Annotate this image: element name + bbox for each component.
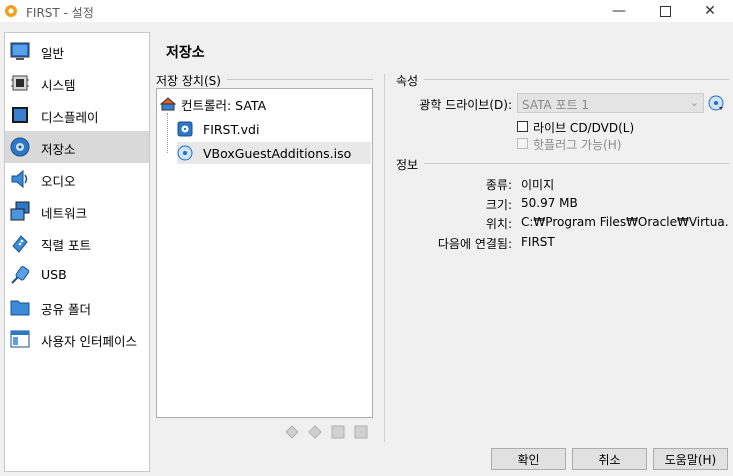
remove-attachment-icon[interactable] bbox=[353, 424, 369, 440]
sidebar-item-label: 사용자 인터페이스 bbox=[41, 334, 137, 349]
choose-disk-icon[interactable] bbox=[708, 95, 724, 111]
info-header-divider bbox=[396, 163, 729, 164]
virtualbox-gear-icon bbox=[5, 5, 17, 17]
window-title: FIRST - 설정 bbox=[26, 6, 94, 20]
sidebar-item-system[interactable]: 시스템 bbox=[5, 67, 149, 99]
help-button[interactable]: 도움말(H) bbox=[653, 448, 728, 470]
optical-drive-select[interactable]: SATA 포트 1 ⌄ bbox=[517, 93, 704, 113]
maximize-icon bbox=[659, 5, 671, 17]
tree-item-attachment[interactable]: FIRST.vdi bbox=[177, 118, 259, 140]
close-button[interactable]: ✕ bbox=[687, 0, 733, 22]
hotplug-label: 핫플러그 가능(H) bbox=[533, 138, 622, 152]
minimize-icon: — bbox=[612, 3, 626, 19]
sidebar-item-label: 디스플레이 bbox=[41, 110, 99, 125]
info-location-value: C:₩Program Files₩Oracle₩Virtua... bbox=[521, 215, 729, 229]
sidebar-item-label: 오디오 bbox=[41, 174, 76, 189]
system-icon bbox=[11, 75, 29, 91]
close-icon: ✕ bbox=[704, 3, 716, 19]
sidebar-item-network[interactable]: 네트워크 bbox=[5, 195, 149, 227]
tree-item-controller[interactable]: 컨트롤러: SATA bbox=[159, 93, 266, 115]
remove-controller-icon[interactable] bbox=[307, 424, 323, 440]
network-icon bbox=[10, 201, 30, 221]
shared-folder-icon bbox=[10, 300, 30, 316]
info-type-value: 이미지 bbox=[521, 178, 555, 192]
minimize-button[interactable]: — bbox=[596, 0, 642, 22]
sidebar-item-display[interactable]: 디스플레이 bbox=[5, 99, 149, 131]
cancel-button[interactable]: 취소 bbox=[572, 448, 647, 470]
info-size-value: 50.97 MB bbox=[521, 196, 578, 210]
sidebar-item-audio[interactable]: 오디오 bbox=[5, 163, 149, 195]
attachment-label: FIRST.vdi bbox=[203, 121, 260, 137]
hard-disk-icon bbox=[177, 121, 193, 137]
controller-icon bbox=[159, 97, 177, 111]
add-attachment-icon[interactable] bbox=[330, 424, 346, 440]
optical-disc-icon bbox=[177, 145, 193, 161]
user-interface-icon bbox=[10, 330, 30, 348]
info-size-label: 크기: bbox=[485, 198, 512, 212]
live-cd-label: 라이브 CD/DVD(L) bbox=[533, 121, 635, 135]
sidebar-item-label: 일반 bbox=[41, 46, 65, 61]
title-bar: FIRST - 설정 — ✕ bbox=[0, 0, 733, 22]
hotplug-checkbox bbox=[517, 138, 528, 149]
attachment-label: VBoxGuestAdditions.iso bbox=[203, 145, 352, 161]
sidebar-item-general[interactable]: 일반 bbox=[5, 35, 149, 67]
live-cd-checkbox[interactable] bbox=[517, 121, 528, 132]
info-header: 정보 bbox=[396, 156, 425, 173]
sidebar-item-usb[interactable]: USB bbox=[5, 259, 149, 291]
sidebar-item-storage[interactable]: 저장소 bbox=[5, 131, 149, 163]
general-icon bbox=[10, 42, 30, 60]
info-type-label: 종류: bbox=[485, 178, 512, 192]
sidebar-item-label: 네트워크 bbox=[41, 206, 88, 221]
storage-devices-header: 저장 장치(S) bbox=[156, 72, 227, 89]
sidebar-item-serial-port[interactable]: 직렬 포트 bbox=[5, 227, 149, 259]
sidebar-item-label: 직렬 포트 bbox=[41, 238, 91, 253]
sidebar-item-shared-folder[interactable]: 공유 폴더 bbox=[5, 291, 149, 323]
panel-splitter[interactable] bbox=[384, 74, 385, 442]
sidebar-item-label: 저장소 bbox=[41, 142, 76, 157]
info-location-label: 위치: bbox=[485, 217, 512, 231]
attributes-header-divider bbox=[396, 79, 729, 80]
serial-port-icon bbox=[12, 235, 28, 253]
audio-icon bbox=[11, 169, 28, 189]
ok-button[interactable]: 확인 bbox=[491, 448, 566, 470]
tree-item-attachment-selected[interactable]: VBoxGuestAdditions.iso bbox=[177, 142, 371, 164]
sidebar-item-label: 시스템 bbox=[41, 78, 76, 93]
sidebar-item-label: USB bbox=[41, 267, 67, 282]
add-controller-icon[interactable] bbox=[284, 424, 300, 440]
storage-icon bbox=[10, 137, 30, 157]
display-icon bbox=[12, 107, 28, 123]
page-title: 저장소 bbox=[166, 45, 205, 61]
attributes-header: 속성 bbox=[396, 72, 425, 89]
chevron-down-icon: ⌄ bbox=[689, 96, 699, 109]
settings-category-list[interactable]: 일반 시스템 디스플레이 저장소 오디오 네트워크 직렬 포트 USB 공유 폴… bbox=[4, 32, 150, 472]
sidebar-item-user-interface[interactable]: 사용자 인터페이스 bbox=[5, 323, 149, 355]
info-attached-to-label: 다음에 연결됨: bbox=[437, 237, 512, 251]
maximize-button[interactable] bbox=[642, 0, 688, 22]
optical-drive-label: 광학 드라이브(D): bbox=[419, 98, 512, 112]
info-attached-to-value: FIRST bbox=[521, 235, 555, 249]
sidebar-item-label: 공유 폴더 bbox=[41, 302, 91, 317]
usb-icon bbox=[11, 266, 30, 284]
optical-drive-value: SATA 포트 1 bbox=[522, 98, 590, 112]
tree-connector bbox=[167, 113, 169, 153]
storage-tree[interactable]: 컨트롤러: SATA FIRST.vdi VBoxGuestAdditions.… bbox=[156, 88, 373, 418]
controller-label: 컨트롤러: SATA bbox=[181, 97, 267, 113]
